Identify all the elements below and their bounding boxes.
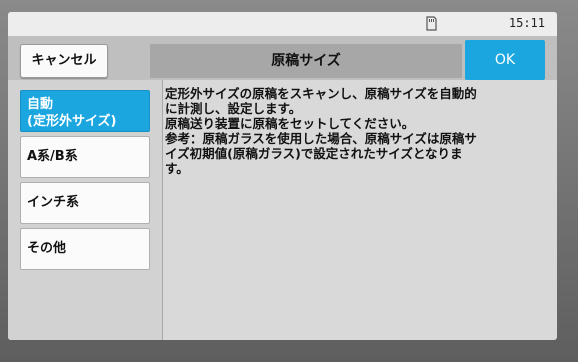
size-category-list: 自動 (定形外サイズ) A系/B系 インチ系 その他 (8, 80, 163, 340)
description-line: 定形外サイズの原稿をスキャンし、原稿サイズを自動的 (165, 86, 477, 101)
description-line: イズ初期値(原稿ガラス)で設定されたサイズとなりま (165, 146, 463, 161)
description-line: に計測し、設定します。 (165, 101, 302, 116)
title-strip: 原稿サイズ (150, 44, 462, 78)
page-title: 原稿サイズ (271, 53, 341, 69)
ok-button[interactable]: OK (465, 40, 545, 80)
size-option-other[interactable]: その他 (20, 228, 150, 270)
device-bezel: 15:11 キャンセル 原稿サイズ OK 自動 (定形外サイズ) A系/B系 イ… (0, 0, 578, 362)
size-option-ab-series[interactable]: A系/B系 (20, 136, 150, 178)
size-option-auto[interactable]: 自動 (定形外サイズ) (20, 90, 150, 132)
title-bar: キャンセル 原稿サイズ OK (8, 36, 557, 80)
size-option-label: その他 (27, 241, 67, 256)
touch-screen: 15:11 キャンセル 原稿サイズ OK 自動 (定形外サイズ) A系/B系 イ… (8, 12, 557, 340)
status-bar: 15:11 (8, 12, 557, 36)
size-option-sublabel: (定形外サイズ) (27, 114, 117, 129)
size-option-label: A系/B系 (27, 149, 78, 164)
size-option-inch-series[interactable]: インチ系 (20, 182, 150, 224)
sd-card-icon (424, 16, 437, 32)
description-line: 原稿送り装置に原稿をセットしてください。 (165, 116, 415, 131)
cancel-button[interactable]: キャンセル (20, 44, 108, 78)
description-line: す。 (165, 161, 189, 176)
description-text: 定形外サイズの原稿をスキャンし、原稿サイズを自動的 に計測し、設定します。 原稿… (165, 86, 551, 336)
size-option-label: インチ系 (27, 195, 80, 210)
size-option-label: 自動 (27, 97, 54, 112)
clock-time: 15:11 (508, 16, 545, 30)
description-line: 参考：原稿ガラスを使用した場合、原稿サイズは原稿サ (165, 131, 477, 146)
